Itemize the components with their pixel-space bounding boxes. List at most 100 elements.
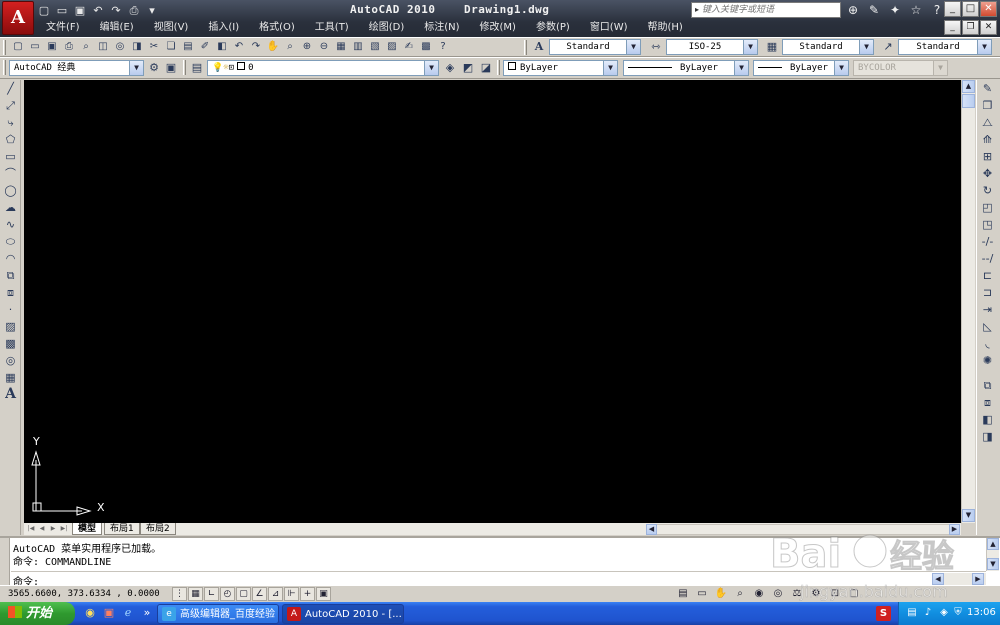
next-tab-icon[interactable]: ▶ [48, 524, 58, 534]
minimize-button[interactable]: _ [944, 1, 961, 17]
redo-icon[interactable]: ↷ [248, 39, 264, 55]
trim-icon[interactable]: -/- [979, 233, 996, 250]
zoom-realtime-icon[interactable]: ⌕ [282, 39, 298, 55]
stretch-icon[interactable]: ◳ [979, 216, 996, 233]
command-scrollbar[interactable]: ▲ ▼ [986, 538, 999, 571]
doc-close-button[interactable]: ✕ [980, 20, 997, 35]
doc-minimize-button[interactable]: _ [944, 20, 961, 35]
dynamic-input-icon[interactable]: ⊩ [284, 587, 299, 601]
match-properties-icon[interactable]: ✐ [197, 39, 213, 55]
grid-display-icon[interactable]: ▦ [188, 587, 203, 601]
ortho-mode-icon[interactable]: ∟ [204, 587, 219, 601]
start-button[interactable]: 开始 [0, 602, 75, 625]
chevron-down-icon[interactable]: ▼ [603, 61, 617, 75]
menu-format[interactable]: 格式(O) [249, 20, 305, 35]
shield-icon[interactable]: ⛨ [951, 606, 965, 620]
multiline-text-icon[interactable]: A [2, 386, 19, 403]
menu-insert[interactable]: 插入(I) [198, 20, 249, 35]
redo-icon[interactable]: ↷ [108, 3, 124, 18]
pan-icon[interactable]: ✋ [265, 39, 281, 55]
new-icon[interactable]: ▢ [10, 39, 26, 55]
text-style-icon[interactable]: A [531, 40, 547, 55]
fillet-icon[interactable]: ◟ [979, 335, 996, 352]
showmotion-icon[interactable]: ◎ [770, 587, 786, 601]
properties-icon[interactable]: ▦ [333, 39, 349, 55]
lineweight-icon[interactable]: + [300, 587, 315, 601]
zoom-window-icon[interactable]: ⊕ [299, 39, 315, 55]
design-center-icon[interactable]: ▥ [350, 39, 366, 55]
revision-cloud-icon[interactable]: ☁ [2, 199, 19, 216]
sheet-set-icon[interactable]: ▨ [384, 39, 400, 55]
design-web-icon[interactable]: ◨ [129, 39, 145, 55]
scroll-down-icon[interactable]: ▼ [962, 509, 975, 522]
scroll-left-icon[interactable]: ◀ [646, 524, 657, 535]
scroll-right-icon[interactable]: ▶ [972, 573, 984, 585]
drawing-canvas[interactable]: X Y [24, 80, 961, 523]
pan-icon[interactable]: ✋ [713, 587, 729, 601]
circle-icon[interactable]: ◯ [2, 182, 19, 199]
multileader-style-select[interactable]: Standard ▼ [898, 39, 992, 55]
gear-icon[interactable]: ⚙ [146, 60, 162, 76]
publish-icon[interactable]: ◫ [95, 39, 111, 55]
toolbar-grip[interactable] [497, 60, 500, 75]
quick-properties-icon[interactable]: ▣ [316, 587, 331, 601]
workspace-switch-icon[interactable]: ⚙ [808, 587, 824, 601]
table-style-icon[interactable]: ▦ [764, 40, 780, 55]
save-icon[interactable]: ▣ [44, 39, 60, 55]
taskbar-button-browser[interactable]: e 高级编辑器_百度经验 [157, 604, 279, 624]
multileader-style-icon[interactable]: ↗ [880, 40, 896, 55]
explode-icon[interactable]: ✺ [979, 352, 996, 369]
snap-mode-icon[interactable]: ⋮ [172, 587, 187, 601]
lineweight-select[interactable]: ByLayer ▼ [753, 60, 849, 76]
insert-block-icon[interactable]: ⧉ [2, 267, 19, 284]
toolbar-grip[interactable] [3, 60, 6, 75]
rotate-icon[interactable]: ↻ [979, 182, 996, 199]
internet-explorer-icon[interactable]: ℯ [120, 605, 136, 621]
color-select[interactable]: ByLayer ▼ [503, 60, 618, 76]
tab-layout1[interactable]: 布局1 [104, 523, 140, 535]
print-icon[interactable]: ⎙ [61, 39, 77, 55]
chevron-down-icon[interactable]: ▼ [859, 40, 873, 54]
draworder-front-icon[interactable]: ⧉ [979, 377, 996, 394]
menu-draw[interactable]: 绘图(D) [359, 20, 415, 35]
move-icon[interactable]: ✥ [979, 165, 996, 182]
undo-icon[interactable]: ↶ [90, 3, 106, 18]
vertical-scrollbar[interactable]: ▲ ▼ [961, 80, 975, 523]
dim-style-icon[interactable]: ⇿ [648, 40, 664, 55]
open-icon[interactable]: ▭ [54, 3, 70, 18]
menu-tools[interactable]: 工具(T) [305, 20, 359, 35]
menu-parametric[interactable]: 参数(P) [526, 20, 580, 35]
workspace-toolbar-icon[interactable]: ▣ [163, 60, 179, 76]
chevron-down-icon[interactable]: ▼ [129, 61, 143, 75]
ellipse-icon[interactable]: ⬭ [2, 233, 19, 250]
rectangle-icon[interactable]: ▭ [2, 148, 19, 165]
object-snap-tracking-icon[interactable]: ∠ [252, 587, 267, 601]
erase-icon[interactable]: ✎ [979, 80, 996, 97]
text-style-select[interactable]: Standard ▼ [549, 39, 641, 55]
copy-icon[interactable]: ❏ [163, 39, 179, 55]
annotation-scale-icon[interactable]: ⚖ [789, 587, 805, 601]
make-block-icon[interactable]: ⧈ [2, 284, 19, 301]
chevron-down-icon[interactable]: ▼ [743, 40, 757, 54]
help-icon[interactable]: ? [435, 39, 451, 55]
ellipse-arc-icon[interactable]: ◠ [2, 250, 19, 267]
star-icon[interactable]: ☆ [907, 2, 925, 18]
maximize-button[interactable]: □ [962, 1, 979, 17]
markup-icon[interactable]: ✍ [401, 39, 417, 55]
polyline-icon[interactable]: ⤷ [2, 114, 19, 131]
clean-screen-icon[interactable]: ▢ [846, 587, 862, 601]
browser-icon[interactable]: ◉ [82, 605, 98, 621]
wrench-icon[interactable]: ✎ [865, 2, 883, 18]
app-menu-button[interactable]: A [2, 1, 34, 35]
steering-wheel-icon[interactable]: ◉ [751, 587, 767, 601]
point-icon[interactable]: · [2, 301, 19, 318]
paste-icon[interactable]: ▤ [180, 39, 196, 55]
command-window-grip[interactable] [0, 538, 10, 585]
doc-restore-button[interactable]: ❐ [962, 20, 979, 35]
3d-dwf-icon[interactable]: ◎ [112, 39, 128, 55]
region-icon[interactable]: ◎ [2, 352, 19, 369]
menu-edit[interactable]: 编辑(E) [90, 20, 144, 35]
gradient-icon[interactable]: ▩ [2, 335, 19, 352]
open-icon[interactable]: ▭ [27, 39, 43, 55]
menu-dimension[interactable]: 标注(N) [414, 20, 469, 35]
